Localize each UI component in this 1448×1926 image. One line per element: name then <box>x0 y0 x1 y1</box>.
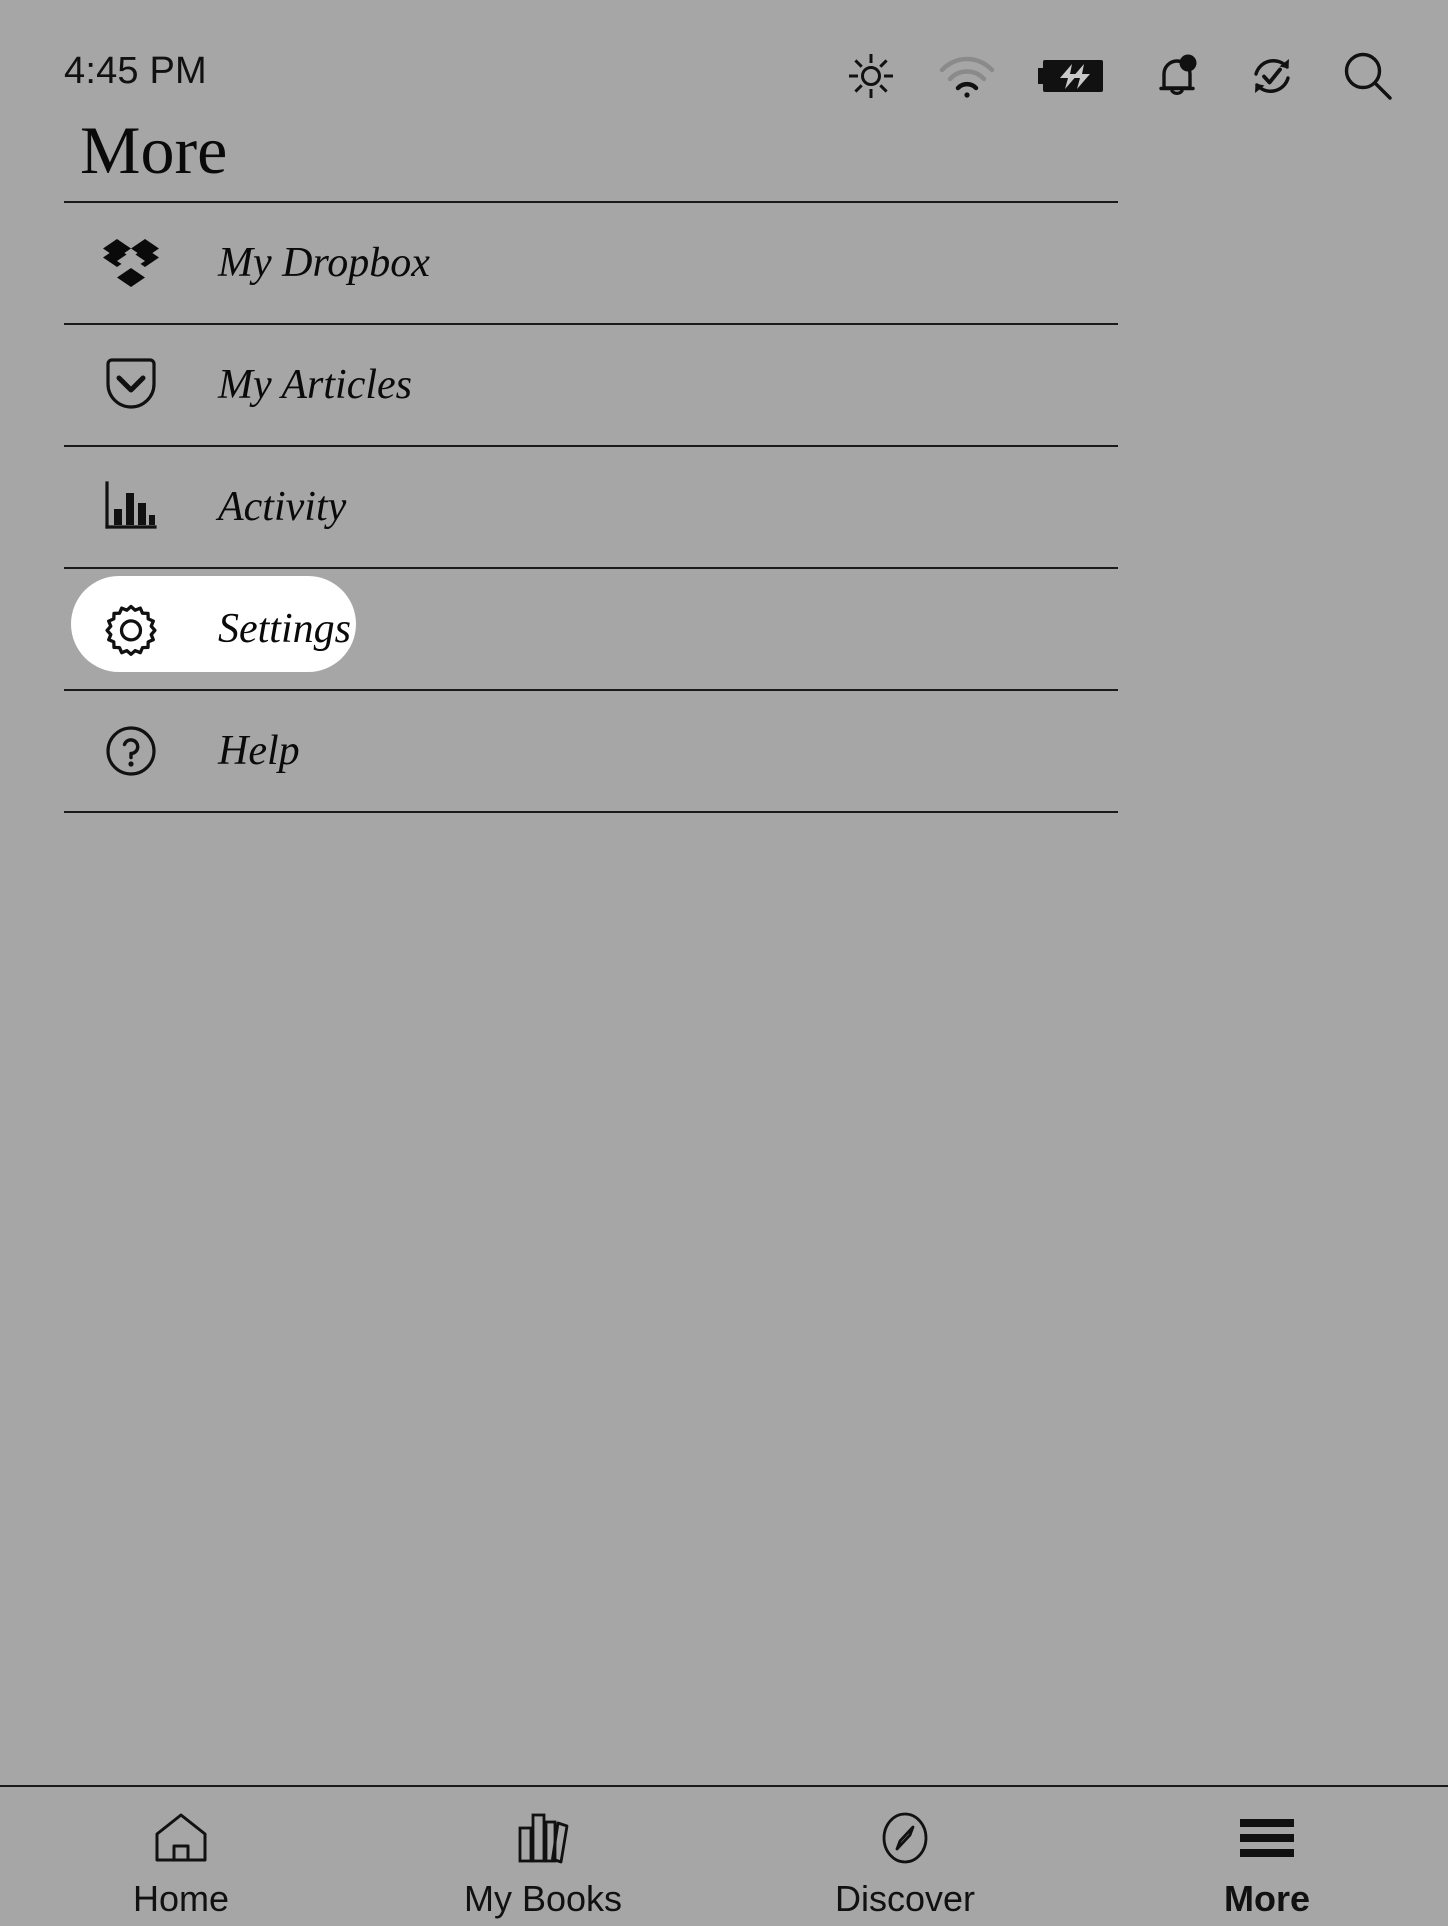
menu-item-settings[interactable]: Settings <box>64 569 1118 689</box>
nav-item-more[interactable]: More <box>1086 1809 1448 1917</box>
question-circle-icon <box>100 724 162 778</box>
nav-item-label: Home <box>133 1881 229 1917</box>
menu-item-label: Help <box>218 730 300 772</box>
status-bar-clock: 4:45 PM <box>64 52 207 90</box>
wifi-icon[interactable] <box>938 53 996 99</box>
menu-item-activity[interactable]: Activity <box>64 447 1118 567</box>
books-icon <box>515 1809 571 1867</box>
sync-check-icon[interactable] <box>1246 50 1298 102</box>
menu-divider <box>64 811 1118 813</box>
menu-item-label: Settings <box>218 608 351 650</box>
search-icon[interactable] <box>1340 48 1396 104</box>
nav-item-label: Discover <box>835 1881 975 1917</box>
menu-item-label: Activity <box>218 486 346 528</box>
notification-bell-icon[interactable] <box>1152 50 1204 102</box>
status-bar: 4:45 PM <box>0 0 1448 118</box>
menu-item-my-dropbox[interactable]: My Dropbox <box>64 203 1118 323</box>
hamburger-menu-icon <box>1238 1809 1296 1867</box>
menu-item-my-articles[interactable]: My Articles <box>64 325 1118 445</box>
status-bar-icon-group <box>846 48 1396 104</box>
nav-item-discover[interactable]: Discover <box>724 1809 1086 1917</box>
nav-item-label: More <box>1224 1881 1310 1917</box>
bottom-navigation-bar: Home My Books Discover <box>0 1787 1448 1926</box>
compass-icon <box>878 1809 932 1867</box>
menu-item-help[interactable]: Help <box>64 691 1118 811</box>
battery-charging-icon[interactable] <box>1038 56 1110 96</box>
menu-item-label: My Dropbox <box>218 242 430 284</box>
dropbox-icon <box>100 237 162 289</box>
more-menu-list: My Dropbox My Articles Activity <box>64 201 1118 813</box>
nav-item-my-books[interactable]: My Books <box>362 1809 724 1917</box>
bar-chart-icon <box>100 479 162 535</box>
gear-icon <box>100 600 162 658</box>
brightness-icon[interactable] <box>846 51 896 101</box>
nav-item-label: My Books <box>464 1881 622 1917</box>
menu-item-label: My Articles <box>218 364 412 406</box>
page-title: More <box>80 116 227 184</box>
nav-item-home[interactable]: Home <box>0 1809 362 1917</box>
home-icon <box>153 1809 209 1867</box>
pocket-icon <box>100 356 162 414</box>
